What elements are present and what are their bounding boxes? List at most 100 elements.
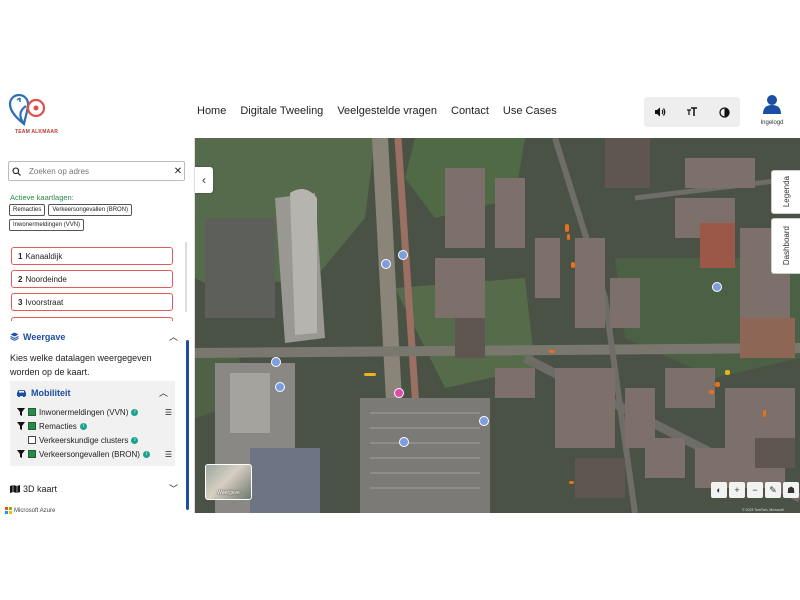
info-icon[interactable]: i [131,436,139,444]
speaker-icon[interactable] [649,101,671,123]
layer-label: Verkeerskundige clusters [39,435,129,445]
layer-row: Verkeersongevallen (BRON) i ☰ [17,448,172,460]
mobiliteit-header[interactable]: Mobiliteit ︿ [16,386,168,399]
search-result-item[interactable]: 1 Kanaaldijk [11,247,173,265]
active-layers-title: Actieve kaartlagen: [10,193,74,202]
mobiliteit-title: Mobiliteit [31,387,71,398]
result-number: 3 [18,297,23,307]
nav-veelgestelde-vragen[interactable]: Veelgestelde vragen [337,105,437,117]
melding-marker[interactable] [712,282,722,292]
nav-contact[interactable]: Contact [451,105,489,117]
melding-marker[interactable] [399,437,409,447]
results-scrollbar[interactable] [185,242,187,312]
chevron-up-icon: ︿ [168,332,178,342]
ongeval-marker[interactable] [394,388,404,398]
style-button[interactable]: ☗ [783,482,799,498]
remactie-mark[interactable] [567,234,570,240]
user-account[interactable]: Ingelogd [757,94,787,126]
contrast-icon[interactable] [713,101,735,123]
chevron-left-icon: ‹ [202,173,206,187]
melding-marker[interactable] [275,382,285,392]
filter-icon[interactable] [17,450,25,458]
pitch-button[interactable]: ✎ [765,482,781,498]
tab-legenda-label: Legenda [781,176,791,208]
remactie-mark[interactable] [715,382,720,387]
layer-checkbox[interactable] [28,408,36,416]
remactie-mark[interactable] [565,224,569,232]
info-icon[interactable]: i [142,450,150,458]
compass-button[interactable]: ◐ [711,482,727,498]
team-alkmaar-logo[interactable]: TEAM ALKMAAR [8,93,58,135]
active-layer-chips: Remacties Verkeersongevallen (BRON) Inwo… [9,204,189,231]
basemap-label: Weergave [217,490,240,496]
melding-marker[interactable] [398,250,408,260]
azure-attribution: Microsoft Azure [5,507,55,514]
nav-digitale-tweeling[interactable]: Digitale Tweeling [240,105,323,117]
user-icon [763,95,781,114]
melding-marker[interactable] [479,416,489,426]
top-header: TEAM ALKMAAR Home Digitale Tweeling Veel… [0,88,800,138]
remactie-mark[interactable] [763,410,766,417]
layer-checkbox[interactable] [28,436,36,444]
remactie-mark[interactable] [364,373,376,376]
result-name: Noordeinde [25,274,67,284]
chevron-up-icon: ︿ [158,388,168,398]
3d-kaart-title: 3D kaart [23,483,58,494]
search-result-item[interactable]: 3 Ivoorstraat [11,293,173,311]
clear-search-icon[interactable]: ✕ [172,166,184,177]
layer-checkbox[interactable] [28,450,36,458]
tab-dashboard-label: Dashboard [781,226,791,266]
active-layer-chip[interactable]: Remacties [9,204,46,216]
layer-row: Verkeerskundige clusters i [17,434,172,446]
map-icon [10,484,20,493]
weergave-title: Weergave [23,331,66,342]
basemap-toggle[interactable]: Weergave [205,464,252,500]
weergave-section-header[interactable]: Weergave ︿ [10,330,178,343]
result-number: 2 [18,274,23,284]
nav-home[interactable]: Home [197,105,226,117]
search-box: ✕ [8,161,185,181]
search-result-item-partial[interactable] [11,317,173,321]
layers-icon [10,332,19,341]
filter-icon[interactable] [17,408,25,416]
active-layer-chip[interactable]: Inwonermeldingen (VVN) [9,219,85,231]
layer-row: Inwonermeldingen (VVN) i ☰ [17,406,172,418]
search-result-item[interactable]: 2 Noordeinde [11,270,173,288]
accessibility-toolbar [644,97,740,127]
sliders-icon[interactable]: ☰ [165,408,172,417]
nav-use-cases[interactable]: Use Cases [503,105,557,117]
aerial-imagery [195,138,800,513]
remactie-mark[interactable] [549,350,555,353]
result-name: Kanaaldijk [25,251,63,261]
active-layer-chip[interactable]: Verkeersongevallen (BRON) [48,204,133,216]
mobiliteit-group: Mobiliteit ︿ Inwonermeldingen (VVN) i ☰ … [10,381,175,466]
info-icon[interactable]: i [131,408,139,416]
search-icon [12,166,26,176]
logo-text: TEAM ALKMAAR [15,129,59,135]
zoom-out-button[interactable]: − [747,482,763,498]
sliders-icon[interactable]: ☰ [165,450,172,459]
collapse-sidebar-button[interactable]: ‹ [195,167,213,193]
info-icon[interactable]: i [79,422,87,430]
layer-checkbox[interactable] [28,422,36,430]
microsoft-logo-icon [5,507,12,514]
remactie-mark[interactable] [725,370,730,375]
main-nav: Home Digitale Tweeling Veelgestelde vrag… [197,105,557,117]
remactie-mark[interactable] [569,481,574,484]
tab-legenda[interactable]: Legenda [771,170,800,214]
melding-marker[interactable] [381,259,391,269]
map-canvas[interactable] [195,138,800,513]
remactie-mark[interactable] [709,390,714,394]
3d-kaart-section-header[interactable]: 3D kaart ﹀ [10,482,178,495]
layer-label: Remacties [39,421,77,431]
filter-icon[interactable] [17,422,25,430]
panel-scrollbar[interactable] [186,340,189,510]
tab-dashboard[interactable]: Dashboard [771,218,800,274]
text-size-icon[interactable] [681,101,703,123]
zoom-in-button[interactable]: + [729,482,745,498]
melding-marker[interactable] [271,357,281,367]
search-input[interactable] [26,166,172,176]
layer-row: Remacties i [17,420,172,432]
map-controls: ◐ + − ✎ ☗ [711,482,799,498]
remactie-mark[interactable] [571,262,575,268]
